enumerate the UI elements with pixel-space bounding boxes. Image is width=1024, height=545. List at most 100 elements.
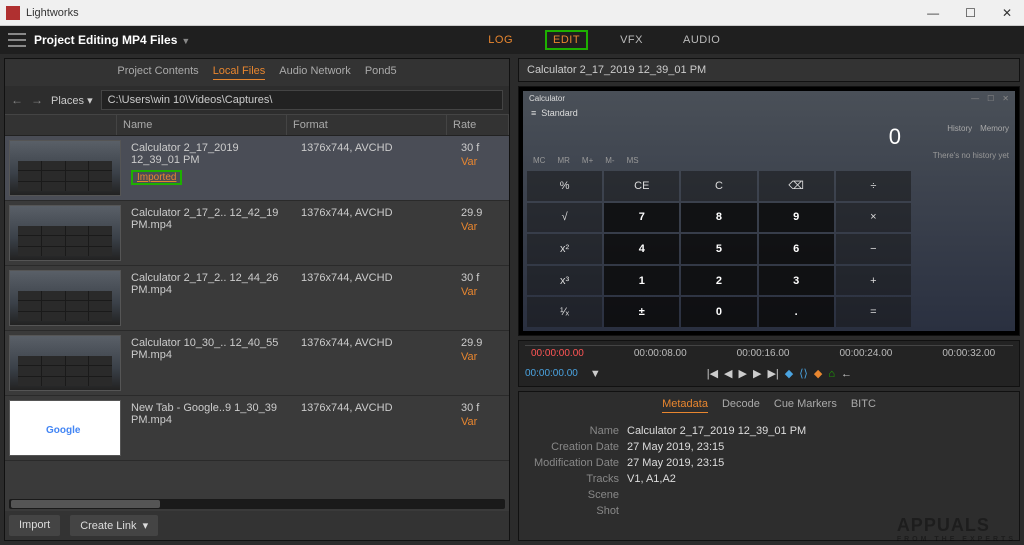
calc-key: 4	[604, 234, 679, 264]
mark-out-icon[interactable]: ◆	[814, 367, 822, 380]
tab-metadata[interactable]: Metadata	[662, 398, 708, 413]
skip-start-icon[interactable]: |◀	[707, 367, 718, 380]
play-icon[interactable]: ▶	[739, 367, 747, 380]
thumbnail	[9, 140, 121, 196]
calc-key: CE	[604, 171, 679, 201]
subtab-local-files[interactable]: Local Files	[213, 65, 266, 80]
file-list: Calculator 2_17_2019 12_39_01 PM Imported…	[5, 136, 509, 497]
calc-key: ⌫	[759, 171, 834, 201]
file-name: Calculator 2_17_2019 12_39_01 PM	[131, 142, 239, 166]
thumbnail	[9, 270, 121, 326]
chevron-down-icon[interactable]: ▼	[590, 368, 601, 380]
meta-tracks[interactable]: V1, A1,A2	[627, 473, 676, 485]
column-rate[interactable]: Rate	[447, 115, 509, 135]
app-icon	[6, 6, 20, 20]
calc-key: 6	[759, 234, 834, 264]
close-button[interactable]: ✕	[996, 4, 1018, 22]
file-name: Calculator 10_30_.. 12_40_55 PM.mp4	[125, 331, 295, 395]
ruler-mark[interactable]: 00:00:32.00	[942, 348, 995, 359]
calc-key: x³	[527, 266, 602, 296]
skip-end-icon[interactable]: ▶|	[767, 367, 778, 380]
calc-key: +	[836, 266, 911, 296]
meta-name[interactable]: Calculator 2_17_2019 12_39_01 PM	[627, 425, 806, 437]
tab-decode[interactable]: Decode	[722, 398, 760, 413]
marker-icon[interactable]: ⟨⟩	[799, 367, 808, 380]
file-name: Calculator 2_17_2.. 12_44_26 PM.mp4	[125, 266, 295, 330]
create-link-button[interactable]: Create Link ▾	[70, 515, 158, 536]
thumbnail	[9, 400, 121, 456]
calc-key: 5	[681, 234, 756, 264]
tab-audio[interactable]: AUDIO	[675, 30, 728, 50]
horizontal-scrollbar[interactable]	[9, 499, 505, 509]
mark-in-icon[interactable]: ◆	[785, 367, 793, 380]
thumbnail	[9, 335, 121, 391]
calc-key: ×	[836, 203, 911, 233]
file-format: 1376x744, AVCHD	[295, 396, 455, 460]
file-format: 1376x744, AVCHD	[295, 266, 455, 330]
file-row[interactable]: Calculator 2_17_2019 12_39_01 PM Imported…	[5, 136, 509, 201]
file-browser-panel: Project Contents Local Files Audio Netwo…	[4, 58, 510, 541]
calc-key: .	[759, 297, 834, 327]
calc-key: ÷	[836, 171, 911, 201]
window-title: Lightworks	[26, 7, 921, 19]
chevron-down-icon: ▼	[181, 36, 190, 46]
calc-key: −	[836, 234, 911, 264]
file-name: New Tab - Google..9 1_30_39 PM.mp4	[125, 396, 295, 460]
file-format: 1376x744, AVCHD	[295, 331, 455, 395]
subtab-pond5[interactable]: Pond5	[365, 65, 397, 80]
video-preview[interactable]: Calculator —☐✕ ≡ Standard 0 MCMRM+M-MS %…	[518, 86, 1020, 336]
file-format: 1376x744, AVCHD	[295, 136, 455, 200]
project-title[interactable]: Project Editing MP4 Files▼	[34, 33, 190, 47]
window-titlebar: Lightworks — ☐ ✕	[0, 0, 1024, 26]
tab-cue-markers[interactable]: Cue Markers	[774, 398, 837, 413]
calc-key: 1	[604, 266, 679, 296]
current-time: 00:00:00.00	[525, 368, 578, 379]
file-row[interactable]: Calculator 2_17_2.. 12_44_26 PM.mp4 1376…	[5, 266, 509, 331]
column-thumbnail[interactable]	[5, 115, 117, 135]
calc-key: 0	[681, 297, 756, 327]
maximize-button[interactable]: ☐	[959, 4, 982, 22]
tab-edit[interactable]: EDIT	[545, 30, 588, 50]
ruler-mark[interactable]: 00:00:24.00	[839, 348, 892, 359]
column-name[interactable]: Name	[117, 115, 287, 135]
ruler-mark[interactable]: 00:00:00.00	[531, 348, 584, 359]
more-icon[interactable]: ←	[841, 368, 852, 380]
step-back-icon[interactable]: ◀	[724, 367, 732, 380]
places-dropdown[interactable]: Places ▾	[51, 94, 93, 107]
calc-key: 7	[604, 203, 679, 233]
file-row[interactable]: New Tab - Google..9 1_30_39 PM.mp4 1376x…	[5, 396, 509, 461]
preview-title: Calculator 2_17_2019 12_39_01 PM	[518, 58, 1020, 82]
imported-badge: Imported	[131, 170, 182, 185]
timeline-panel: 00:00:00.00 00:00:08.00 00:00:16.00 00:0…	[518, 340, 1020, 387]
tab-log[interactable]: LOG	[480, 30, 521, 50]
calc-key: 2	[681, 266, 756, 296]
file-row[interactable]: Calculator 10_30_.. 12_40_55 PM.mp4 1376…	[5, 331, 509, 396]
cue-icon[interactable]: ⌂	[828, 368, 835, 380]
ruler-mark[interactable]: 00:00:16.00	[737, 348, 790, 359]
thumbnail	[9, 205, 121, 261]
subtab-audio-network[interactable]: Audio Network	[279, 65, 351, 80]
nav-forward-icon[interactable]: →	[31, 93, 43, 107]
calc-key: 3	[759, 266, 834, 296]
path-input[interactable]: C:\Users\win 10\Videos\Captures\	[101, 90, 503, 110]
ruler-mark[interactable]: 00:00:08.00	[634, 348, 687, 359]
import-button[interactable]: Import	[9, 515, 60, 536]
subtab-project-contents[interactable]: Project Contents	[117, 65, 198, 80]
meta-creation-date[interactable]: 27 May 2019, 23:15	[627, 441, 724, 453]
calc-key: ±	[604, 297, 679, 327]
watermark: APPUALS FROM THE EXPERTS	[897, 515, 1016, 543]
step-forward-icon[interactable]: ▶	[753, 367, 761, 380]
file-format: 1376x744, AVCHD	[295, 201, 455, 265]
nav-back-icon[interactable]: ←	[11, 93, 23, 107]
column-format[interactable]: Format	[287, 115, 447, 135]
tab-bitc[interactable]: BITC	[851, 398, 876, 413]
calc-key: 9	[759, 203, 834, 233]
file-name: Calculator 2_17_2.. 12_42_19 PM.mp4	[125, 201, 295, 265]
meta-modification-date[interactable]: 27 May 2019, 23:15	[627, 457, 724, 469]
calc-key: √	[527, 203, 602, 233]
menu-icon[interactable]	[8, 33, 26, 47]
file-row[interactable]: Calculator 2_17_2.. 12_42_19 PM.mp4 1376…	[5, 201, 509, 266]
minimize-button[interactable]: —	[921, 4, 945, 22]
calc-display: 0	[523, 120, 915, 154]
tab-vfx[interactable]: VFX	[612, 30, 651, 50]
